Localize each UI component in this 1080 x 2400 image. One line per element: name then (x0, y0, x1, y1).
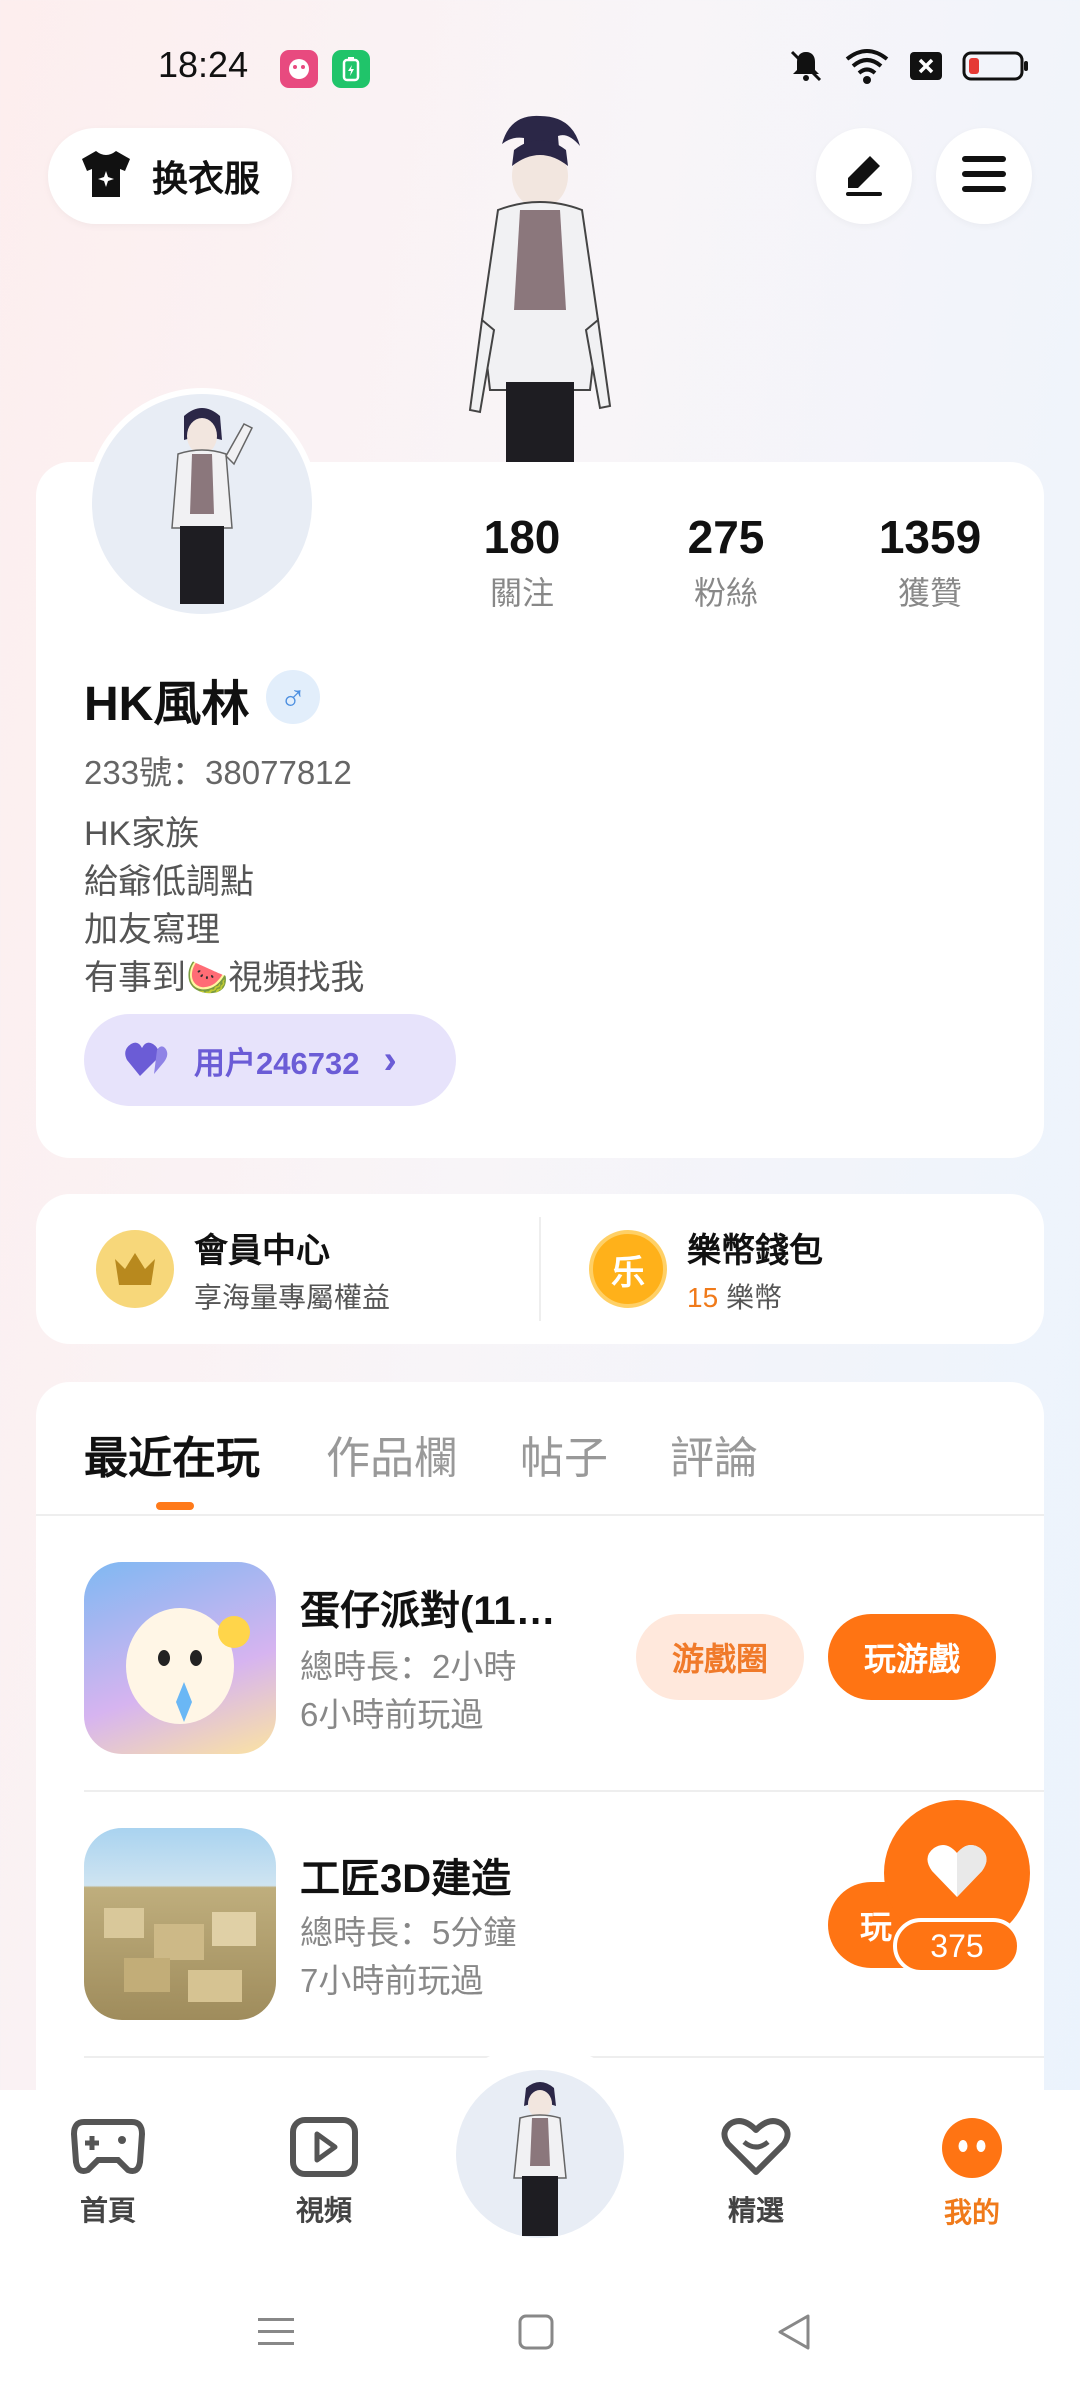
stat-following-label: 關注 (489, 575, 554, 611)
stat-followers[interactable]: 275 粉絲 (636, 510, 816, 614)
game-circle-button[interactable]: 游戲圈 (636, 1614, 804, 1700)
hamburger-menu-icon (960, 154, 1008, 199)
character-illustration[interactable] (440, 110, 640, 466)
status-icons (786, 46, 1030, 90)
edit-pen-icon (840, 150, 888, 203)
avatar[interactable] (86, 388, 318, 620)
stat-following[interactable]: 180 關注 (432, 510, 612, 614)
play-video-icon (289, 2117, 359, 2182)
tab-comments[interactable]: 評論 (670, 1422, 758, 1486)
nav-home-label: 首頁 (79, 2195, 136, 2226)
game-icon-craftsman-3d[interactable] (84, 1828, 276, 2020)
change-outfit-label: 换衣服 (152, 158, 261, 199)
nav-featured[interactable]: 精選 (686, 2116, 826, 2229)
game-title: 工匠3D建造 (300, 1857, 512, 1901)
coin-icon-glyph: 乐 (611, 1253, 646, 1292)
family-label: 用户246732 (194, 1045, 360, 1081)
bio-line: HK家族 (84, 815, 200, 853)
battery-app-icon (332, 50, 370, 88)
male-gender-icon: ♂ (266, 670, 320, 724)
nav-home[interactable]: 首頁 (38, 2116, 178, 2229)
nav-mine[interactable]: 我的 (902, 2116, 1042, 2231)
heart-outline-icon (720, 2118, 792, 2182)
tab-works[interactable]: 作品欄 (326, 1422, 458, 1486)
vip-center-subtitle: 享海量專屬權益 (194, 1281, 391, 1313)
nav-featured-label: 精選 (727, 2195, 784, 2226)
bio-line: 加友寫理 (84, 911, 220, 949)
divider (36, 1514, 1044, 1516)
stat-followers-count: 275 (687, 511, 765, 563)
active-tab-indicator (156, 1502, 194, 1510)
double-heart-icon (124, 1038, 176, 1083)
game-duration: 總時長：5分鐘 (300, 1914, 517, 1951)
mine-face-icon (938, 2118, 1006, 2184)
divider (84, 1790, 1044, 1792)
nav-video[interactable]: 視頻 (254, 2116, 394, 2229)
system-menu-button[interactable] (256, 2312, 296, 2357)
game-icon-eggy-party[interactable] (84, 1562, 276, 1754)
vip-center-entry[interactable]: 會員中心 享海量專屬權益 (36, 1194, 539, 1344)
vip-center-title: 會員中心 (194, 1231, 330, 1270)
stat-followers-label: 粉絲 (693, 575, 758, 611)
user-id: 233號：38077812 (84, 754, 352, 791)
coin-icon: 乐 (589, 1230, 668, 1308)
game-last-played: 6小時前玩過 (300, 1696, 484, 1733)
edit-profile-button[interactable] (816, 128, 912, 224)
crown-icon (96, 1230, 174, 1308)
battery-icon (962, 50, 1030, 87)
stat-likes[interactable]: 1359 獲贊 (840, 510, 1020, 614)
menu-button[interactable] (936, 128, 1032, 224)
game-duration: 總時長：2小時 (300, 1648, 517, 1685)
game-last-played: 7小時前玩過 (300, 1962, 484, 1999)
center-avatar-button[interactable] (456, 2070, 624, 2238)
change-outfit-button[interactable]: 换衣服 (48, 128, 292, 224)
wallet-amount: 15 (687, 1281, 719, 1313)
username: HK風林 (84, 678, 250, 731)
wifi-icon (844, 47, 890, 90)
status-time: 18:24 (158, 44, 249, 85)
bio-line: 給爺低調點 (84, 863, 254, 901)
stat-following-count: 180 (483, 511, 561, 563)
family-link-button[interactable]: 用户246732 › (84, 1014, 456, 1106)
tab-posts[interactable]: 帖子 (520, 1422, 608, 1486)
game-title: 蛋仔派對(11… (300, 1589, 556, 1633)
wallet-entry[interactable]: 乐 樂幣錢包 15 樂幣 (541, 1194, 1044, 1344)
system-back-button[interactable] (774, 2312, 814, 2357)
notification-app-icon (280, 50, 318, 88)
no-sim-icon (908, 48, 944, 89)
mute-icon (786, 46, 826, 91)
tab-recently-played[interactable]: 最近在玩 (84, 1422, 260, 1486)
like-count: 375 (893, 1918, 1021, 1974)
gamepad-icon (70, 2119, 146, 2182)
bio-line: 有事到🍉視頻找我 (84, 959, 365, 997)
heart-icon (926, 1843, 988, 1904)
member-wallet-card: 會員中心 享海量專屬權益 乐 樂幣錢包 15 樂幣 (36, 1194, 1044, 1344)
system-home-button[interactable] (516, 2312, 556, 2357)
stat-likes-count: 1359 (878, 511, 982, 563)
chevron-right-icon: › (383, 1037, 397, 1082)
wallet-title: 樂幣錢包 (687, 1231, 824, 1270)
wallet-unit: 樂幣 (725, 1281, 782, 1313)
nav-video-label: 視頻 (295, 2195, 352, 2226)
stat-likes-label: 獲贊 (897, 575, 962, 611)
play-game-button[interactable]: 玩游戲 (828, 1614, 996, 1700)
tshirt-icon (78, 149, 134, 204)
nav-mine-label: 我的 (943, 2197, 1000, 2228)
